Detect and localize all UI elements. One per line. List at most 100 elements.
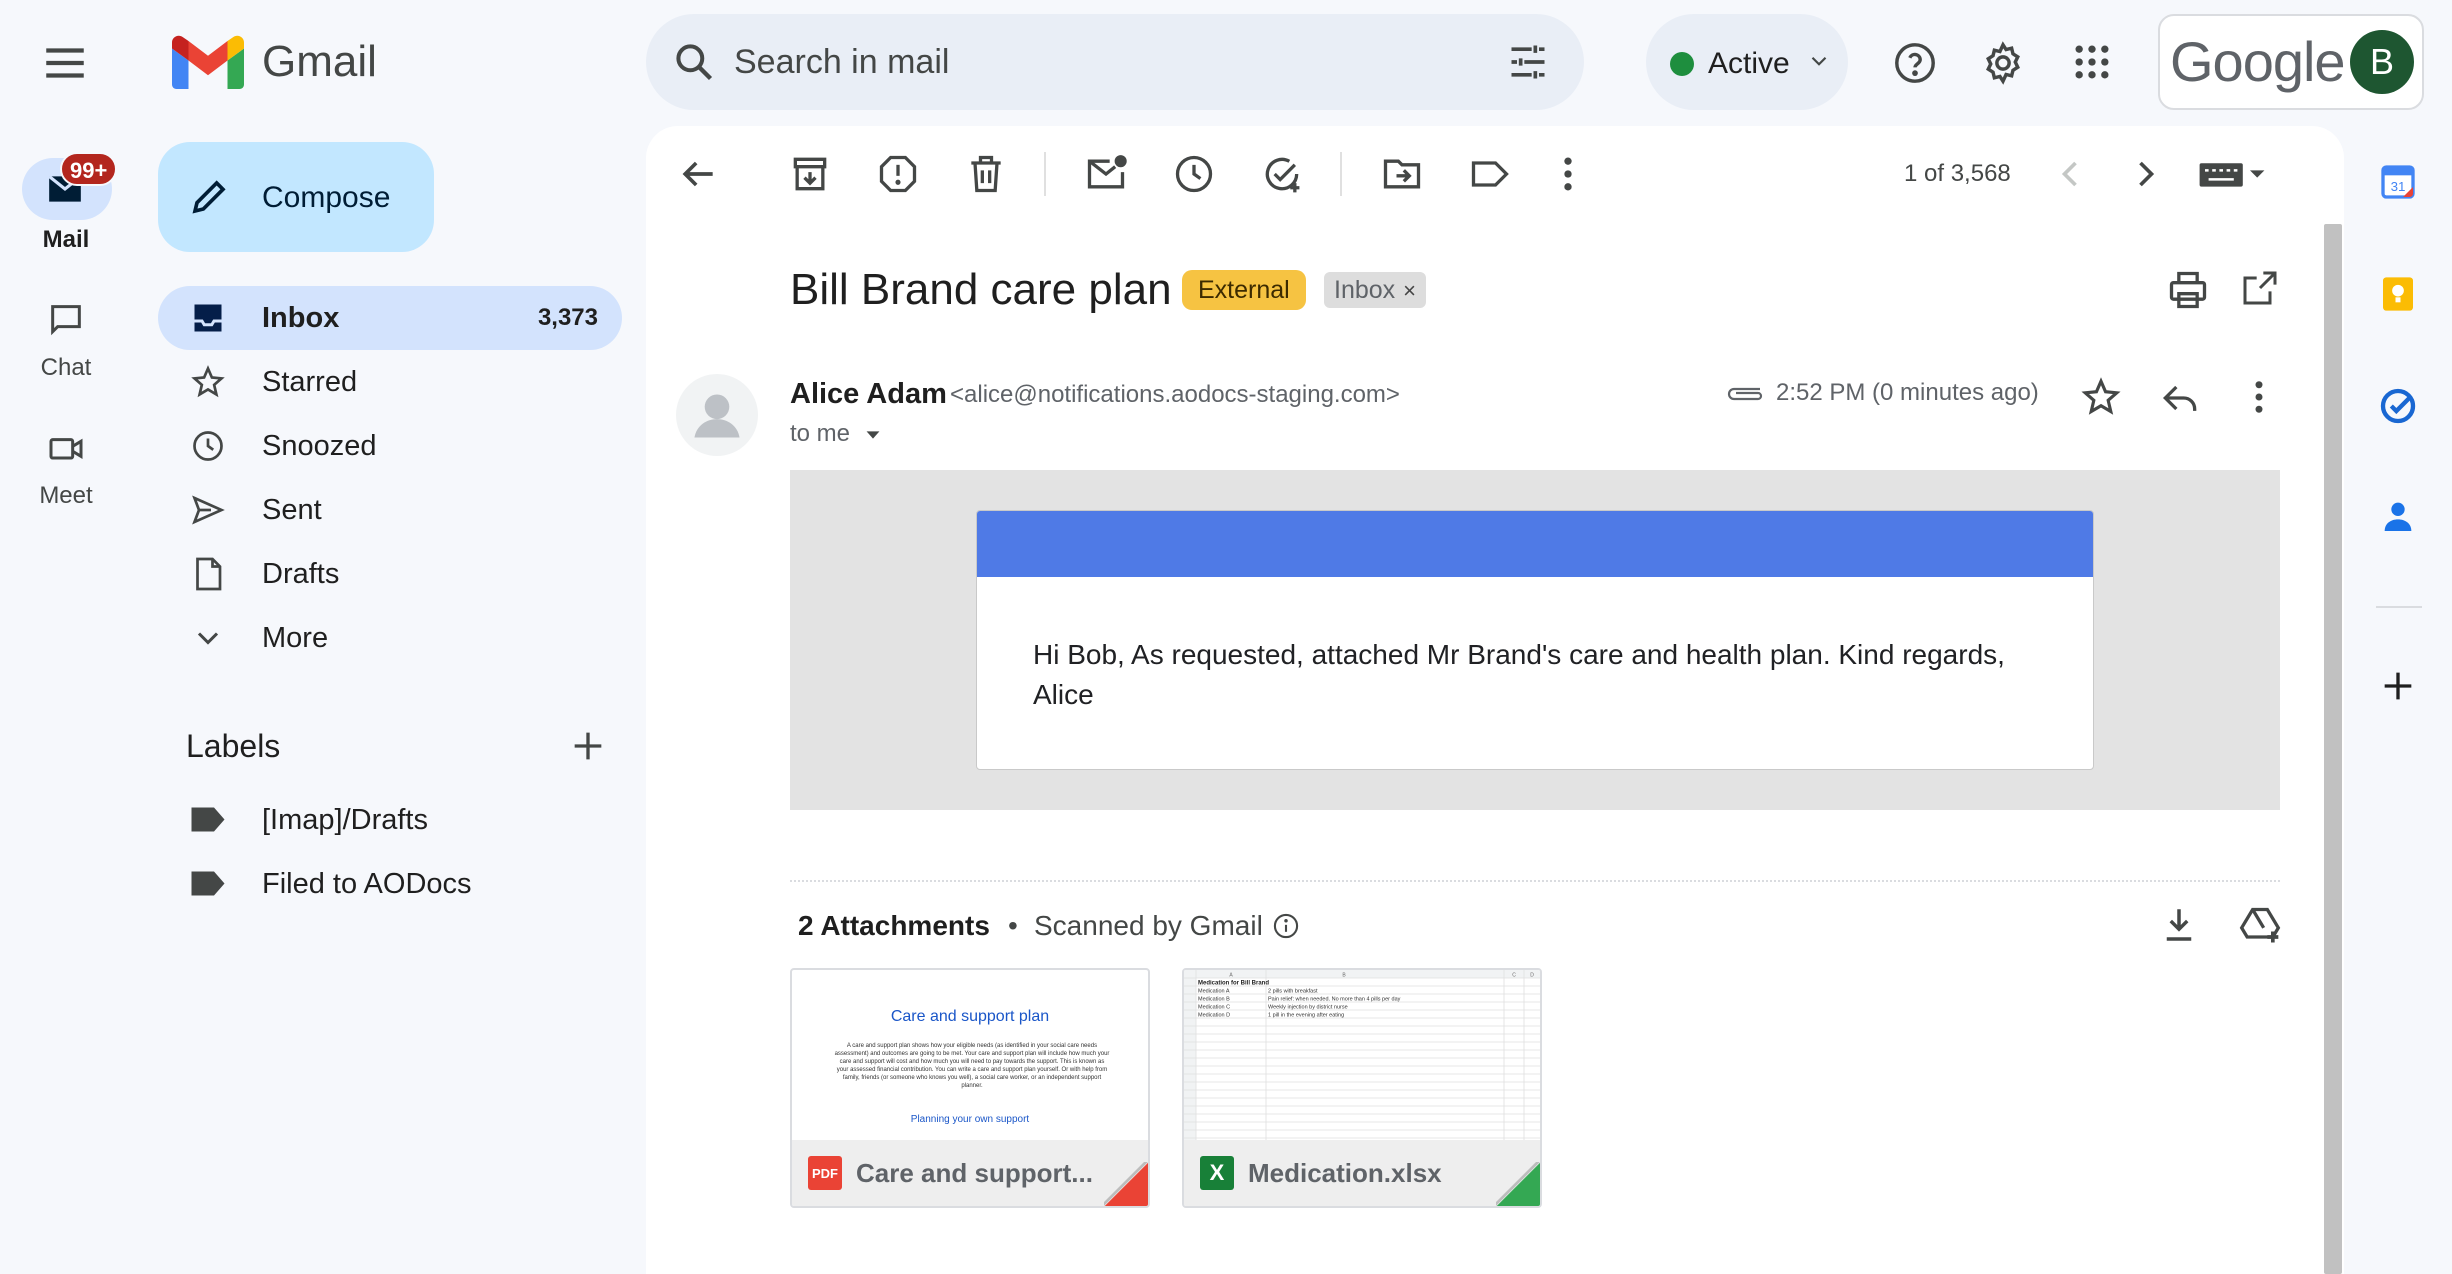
add-to-drive-icon — [2239, 907, 2281, 943]
remove-label-button[interactable]: × — [1403, 278, 1416, 303]
label-name: Filed to AODocs — [262, 868, 472, 900]
sheet-cell: Medication C — [1198, 1005, 1230, 1011]
scanned-by-gmail: Scanned by Gmail — [1034, 910, 1263, 941]
plus-icon[interactable] — [568, 726, 608, 766]
print-all-button[interactable] — [2166, 268, 2210, 312]
nav-item-more[interactable]: More — [158, 606, 622, 670]
info-icon[interactable] — [1272, 912, 1300, 940]
move-icon — [1383, 159, 1421, 189]
nav-drafts-label: Drafts — [262, 558, 340, 590]
add-to-tasks-button[interactable] — [1260, 152, 1304, 196]
archive-button[interactable] — [788, 152, 832, 196]
pdf-preview-title: Care and support plan — [890, 1008, 1050, 1025]
filter-icon[interactable] — [1506, 40, 1550, 84]
nav-item-snoozed[interactable]: Snoozed — [158, 414, 622, 478]
star-icon — [2081, 377, 2121, 415]
more-actions-button[interactable] — [1546, 152, 1590, 196]
meet-icon[interactable] — [46, 428, 86, 468]
reply-button[interactable] — [2158, 376, 2202, 420]
older-button[interactable] — [2124, 152, 2168, 196]
back-icon — [682, 161, 713, 187]
message-subject: Bill Brand care plan — [790, 265, 1172, 314]
person-icon — [694, 394, 740, 438]
delete-button[interactable] — [964, 152, 1008, 196]
attachment-card-pdf[interactable]: Care and support plan A care and support… — [790, 968, 1150, 1208]
label-item-imap-drafts[interactable]: [Imap]/Drafts — [158, 790, 622, 850]
attachment-footer: PDF Care and support... — [792, 1140, 1148, 1206]
nav-item-drafts[interactable]: Drafts — [158, 542, 622, 606]
help-icon[interactable] — [1892, 40, 1938, 86]
new-window-button[interactable] — [2240, 268, 2280, 308]
print-icon — [2169, 271, 2207, 309]
report-spam-button[interactable] — [876, 152, 920, 196]
main-menu-button[interactable] — [40, 38, 90, 88]
attachments-separator: • — [1008, 910, 1018, 941]
snooze-button[interactable] — [1172, 152, 1216, 196]
gmail-logo[interactable] — [172, 34, 244, 90]
plus-icon — [2384, 672, 2412, 700]
nav-item-inbox[interactable]: Inbox 3,373 — [158, 286, 622, 350]
gear-icon[interactable] — [1980, 40, 2026, 86]
rail-mail-label[interactable]: Mail — [0, 226, 132, 254]
scrollbar[interactable] — [2324, 224, 2342, 1274]
chevron-right-icon — [2139, 161, 2155, 187]
sheet-title: Medication for Bill Brand — [1198, 981, 1269, 987]
add-to-drive-button[interactable] — [2238, 904, 2282, 948]
report-icon — [879, 155, 917, 193]
message-more-button[interactable] — [2238, 376, 2280, 418]
avatar[interactable]: B — [2350, 30, 2414, 94]
pdf-preview-text: A care and support plan shows how your e… — [834, 1043, 1110, 1089]
reply-icon — [2162, 385, 2197, 411]
sender-avatar[interactable] — [676, 374, 758, 456]
move-to-button[interactable] — [1380, 152, 1424, 196]
contacts-button[interactable] — [2378, 496, 2418, 536]
get-addons-button[interactable] — [2378, 666, 2418, 706]
nav-sent-label: Sent — [262, 494, 322, 526]
paperclip-icon — [1726, 376, 1766, 410]
back-button[interactable] — [676, 152, 720, 196]
rail-meet-label[interactable]: Meet — [0, 482, 132, 510]
keep-button[interactable] — [2378, 274, 2418, 314]
labels-button[interactable] — [1468, 152, 1512, 196]
gmail-wordmark[interactable]: Gmail — [262, 34, 377, 90]
nav-item-sent[interactable]: Sent — [158, 478, 622, 542]
chevron-down-icon — [1806, 48, 1832, 74]
search-icon[interactable] — [672, 40, 716, 84]
attachment-card-xlsx[interactable]: A B C D Medication for Bill Brand Medica… — [1182, 968, 1542, 1208]
label-icon — [190, 806, 226, 834]
download-all-button[interactable] — [2158, 904, 2200, 946]
label-item-filed-to-aodocs[interactable]: Filed to AODocs — [158, 854, 622, 914]
apps-icon[interactable] — [2070, 40, 2114, 84]
email-header-bar — [977, 511, 2093, 577]
tasks-icon — [2380, 388, 2416, 424]
pdf-corner-fold — [1104, 1162, 1148, 1206]
attachments-count: 2 Attachments — [798, 910, 990, 941]
col-header: D — [1530, 973, 1534, 979]
inbox-chip-label: Inbox — [1334, 276, 1396, 304]
chat-icon[interactable] — [46, 300, 86, 340]
calendar-button[interactable]: 31 — [2378, 162, 2418, 202]
recipient-summary[interactable]: to me — [790, 418, 850, 450]
pdf-preview-subtitle: Planning your own support — [910, 1114, 1030, 1125]
attachment-name: Medication.xlsx — [1248, 1158, 1442, 1188]
sender-name[interactable]: Alice Adam — [790, 374, 947, 414]
sheet-cell: 2 pills with breakfast — [1268, 989, 1318, 995]
newer-button[interactable] — [2048, 152, 2092, 196]
tasks-button[interactable] — [2378, 386, 2418, 426]
search-input[interactable]: Search in mail — [734, 40, 949, 84]
inbox-label-chip: Inbox × — [1324, 272, 1427, 308]
nav-item-starred[interactable]: Starred — [158, 350, 622, 414]
chevron-down-icon[interactable] — [862, 426, 884, 444]
rail-chat-label[interactable]: Chat — [0, 354, 132, 382]
nav-snoozed-label: Snoozed — [262, 430, 377, 462]
email-body-text: Hi Bob, As requested, attached Mr Brand'… — [1033, 639, 2005, 710]
star-message-button[interactable] — [2080, 376, 2122, 418]
download-icon — [2166, 909, 2192, 941]
keep-icon — [2383, 277, 2413, 311]
email-content-card: Hi Bob, As requested, attached Mr Brand'… — [976, 510, 2094, 770]
send-icon — [190, 492, 226, 528]
input-tools-button[interactable] — [2196, 152, 2268, 196]
mark-unread-button[interactable] — [1084, 152, 1128, 196]
more-vert-icon — [2255, 381, 2263, 413]
toolbar-divider — [1340, 152, 1342, 196]
